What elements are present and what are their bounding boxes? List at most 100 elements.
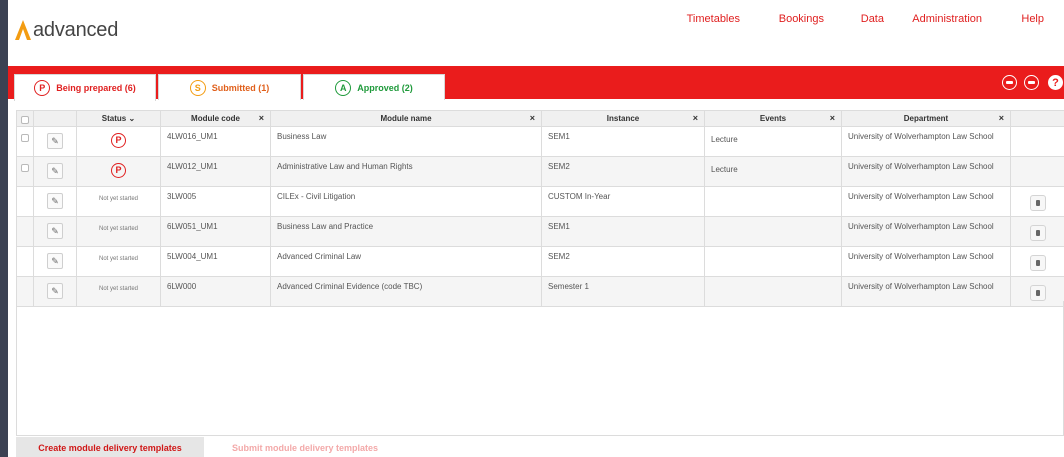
row-department: University of Wolverhampton Law School [841,186,1011,217]
nav-data[interactable]: Data [861,13,884,25]
row-delete-cell [1010,246,1064,277]
select-all-header [16,110,34,127]
help-icon[interactable]: ? [1048,75,1063,90]
events-header[interactable]: Events × [704,110,842,127]
prepared-badge-icon: P [34,80,51,96]
table-row[interactable]: ✎ Not yet started 6LW051_UM1 Business La… [16,216,1064,247]
tab-submitted-label: Submitted (1) [211,82,270,93]
tab-submitted[interactable]: S Submitted (1) [158,74,301,100]
status-header[interactable]: Status ⌄ [76,110,161,127]
tab-approved[interactable]: A Approved (2) [303,74,445,100]
row-status-text: Not yet started [98,256,139,262]
nav-timetables[interactable]: Timetables [687,13,740,25]
select-all-checkbox[interactable] [21,116,29,124]
edit-pencil-icon[interactable]: ✎ [47,193,63,209]
app-window: advanced Timetables Bookings Data Admini… [8,0,1064,457]
row-select-cell [16,216,34,247]
row-module-name: Advanced Criminal Law [270,246,542,277]
nav-bookings[interactable]: Bookings [779,13,824,25]
table-row[interactable]: ✎ Not yet started 3LW005 CILEx - Civil L… [16,186,1064,217]
tab-being-prepared[interactable]: P Being prepared (6) [14,74,156,101]
edit-pencil-icon[interactable]: ✎ [47,133,63,149]
row-status-text: Not yet started [98,196,139,202]
row-events [704,186,842,217]
table-header-row: Status ⌄ Module code × Module name × Insta… [16,110,1064,127]
row-instance: CUSTOM In-Year [541,186,705,217]
edit-pencil-icon[interactable]: ✎ [47,283,63,299]
row-select-cell [16,246,34,277]
delete-trash-icon[interactable] [1029,225,1046,241]
row-department: University of Wolverhampton Law School [841,126,1011,157]
edit-header [33,110,77,127]
row-department: University of Wolverhampton Law School [841,156,1011,187]
row-module-code: 3LW005 [160,186,271,217]
row-module-code: 4LW016_UM1 [160,126,271,157]
row-delete-cell [1010,186,1064,217]
row-module-code: 4LW012_UM1 [160,156,271,187]
row-events [704,246,842,277]
department-header[interactable]: Department × [841,110,1011,127]
row-checkbox[interactable] [21,164,29,172]
brand-name: advanced [33,19,119,41]
row-status-text: Not yet started [98,226,139,232]
row-checkbox[interactable] [21,134,29,142]
nav-help[interactable]: Help [1021,13,1044,25]
row-instance: SEM1 [541,216,705,247]
create-templates-button[interactable]: Create module delivery templates [16,437,204,457]
edit-pencil-icon[interactable]: ✎ [47,163,63,179]
row-edit-cell: ✎ [33,156,77,187]
edit-pencil-icon[interactable]: ✎ [47,253,63,269]
clear-filter-icon[interactable]: × [259,113,264,123]
module-code-header[interactable]: Module code × [160,110,271,127]
row-status-text: Not yet started [98,286,139,292]
row-edit-cell: ✎ [33,246,77,277]
delete-header [1010,110,1064,127]
collapse-all-icon[interactable] [1024,75,1039,90]
clear-filter-icon[interactable]: × [693,113,698,123]
row-status-cell: Not yet started [76,246,161,277]
prepared-status-icon: P [111,133,126,148]
delete-trash-icon[interactable] [1029,285,1046,301]
row-status-cell: Not yet started [76,216,161,247]
expand-all-icon[interactable] [1002,75,1017,90]
row-department: University of Wolverhampton Law School [841,246,1011,277]
row-instance: SEM2 [541,246,705,277]
row-edit-cell: ✎ [33,126,77,157]
delete-trash-icon[interactable] [1029,255,1046,271]
table-row[interactable]: ✎ Not yet started 5LW004_UM1 Advanced Cr… [16,246,1064,277]
row-delete-cell [1010,156,1064,187]
tab-approved-label: Approved (2) [357,82,413,93]
row-instance: SEM2 [541,156,705,187]
row-events [704,216,842,247]
submitted-badge-icon: S [189,79,206,96]
modules-table: Status ⌄ Module code × Module name × Insta… [16,110,1064,307]
row-module-code: 5LW004_UM1 [160,246,271,277]
delete-trash-icon[interactable] [1029,195,1046,211]
submit-templates-button: Submit module delivery templates [214,437,396,457]
table-row[interactable]: ✎ P 4LW012_UM1 Administrative Law and Hu… [16,156,1064,187]
table-row[interactable]: ✎ P 4LW016_UM1 Business Law SEM1 Lecture… [16,126,1064,157]
clear-filter-icon[interactable]: × [530,113,535,123]
row-module-name: Administrative Law and Human Rights [270,156,542,187]
clear-filter-icon[interactable]: × [999,113,1004,123]
clear-filter-icon[interactable]: × [830,113,835,123]
row-module-code: 6LW051_UM1 [160,216,271,247]
nav-administration[interactable]: Administration [912,13,982,25]
row-module-name: CILEx - Civil Litigation [270,186,542,217]
brand-logo[interactable]: advanced [14,19,118,41]
row-delete-cell [1010,126,1064,157]
approved-badge-icon: A [335,79,352,96]
row-status-cell: P [76,156,161,187]
row-module-name: Business Law [270,126,542,157]
edit-pencil-icon[interactable]: ✎ [47,223,63,239]
row-edit-cell: ✎ [33,186,77,217]
status-tab-bar: P Being prepared (6) S Submitted (1) A A… [8,66,1064,101]
sort-desc-icon: ⌄ [128,114,136,123]
row-events: Lecture [704,126,842,157]
instance-header[interactable]: Instance × [541,110,705,127]
brand-mark-icon [15,20,31,40]
row-events: Lecture [704,156,842,187]
module-name-header[interactable]: Module name × [270,110,542,127]
row-edit-cell: ✎ [33,216,77,247]
tab-being-prepared-label: Being prepared (6) [56,83,136,93]
